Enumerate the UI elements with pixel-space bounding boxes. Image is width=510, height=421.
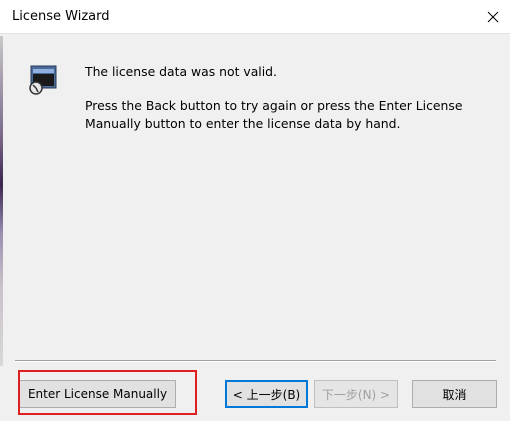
cancel-button[interactable]: 取消 — [412, 380, 497, 408]
instruction-message: Press the Back button to try again or pr… — [85, 98, 463, 131]
close-button[interactable] — [476, 0, 510, 34]
error-message: The license data was not valid. — [85, 64, 277, 79]
license-wizard-icon — [29, 65, 57, 95]
close-icon — [487, 11, 499, 23]
window-title: License Wizard — [12, 9, 110, 24]
next-button[interactable]: 下一步(N) > — [314, 380, 398, 408]
title-bar: License Wizard — [0, 0, 510, 34]
separator — [15, 360, 496, 362]
enter-license-manually-button[interactable]: Enter License Manually — [19, 380, 176, 408]
background-strip — [0, 36, 3, 366]
license-wizard-dialog: License Wizard The license data was not … — [0, 0, 510, 421]
back-button[interactable]: < 上一步(B) — [225, 380, 308, 408]
